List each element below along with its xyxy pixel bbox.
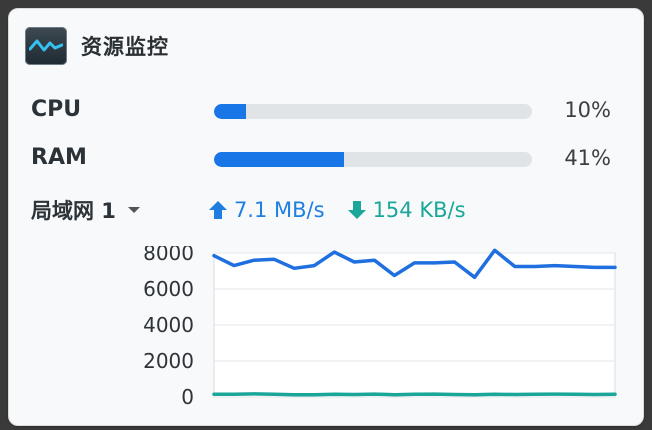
ram-usage-bar bbox=[214, 152, 532, 167]
cpu-usage-fill bbox=[214, 104, 246, 119]
cpu-row: CPU 10% bbox=[31, 97, 611, 127]
upload-arrow-icon bbox=[208, 201, 227, 219]
widget-header: 资源监控 bbox=[25, 25, 169, 67]
chart-y-tick-label: 4000 bbox=[143, 313, 194, 337]
cpu-usage-bar bbox=[214, 104, 532, 119]
download-arrow-icon bbox=[347, 201, 366, 219]
network-interface-dropdown[interactable]: 局域网 1 bbox=[31, 195, 140, 225]
chevron-down-icon bbox=[127, 207, 140, 213]
ram-percent: 41% bbox=[564, 146, 611, 170]
chart-y-tick-label: 0 bbox=[181, 385, 194, 409]
chart-y-tick-label: 2000 bbox=[143, 349, 194, 373]
ram-row: RAM 41% bbox=[31, 145, 611, 175]
resource-monitor-widget: 资源监控 CPU 10% RAM 41% 局域网 1 7.1 MB/s 154 … bbox=[8, 8, 644, 426]
cpu-label: CPU bbox=[31, 97, 82, 122]
widget-title: 资源监控 bbox=[81, 35, 169, 59]
download-speed: 154 KB/s bbox=[347, 198, 466, 222]
cpu-percent: 10% bbox=[564, 98, 611, 122]
network-row: 局域网 1 7.1 MB/s 154 KB/s bbox=[31, 195, 631, 225]
ram-label: RAM bbox=[31, 145, 87, 170]
resource-monitor-icon bbox=[25, 27, 67, 65]
download-speed-value: 154 KB/s bbox=[372, 198, 466, 222]
upload-speed: 7.1 MB/s bbox=[208, 198, 325, 222]
download-series-line bbox=[212, 392, 617, 397]
upload-speed-value: 7.1 MB/s bbox=[233, 198, 325, 222]
chart-y-tick-label: 6000 bbox=[143, 277, 194, 301]
network-traffic-chart: 8000 6000 4000 2000 0 bbox=[143, 246, 617, 409]
chart-y-tick-label: 8000 bbox=[143, 246, 194, 265]
network-interface-label: 局域网 1 bbox=[31, 199, 116, 223]
ram-usage-fill bbox=[214, 152, 345, 167]
